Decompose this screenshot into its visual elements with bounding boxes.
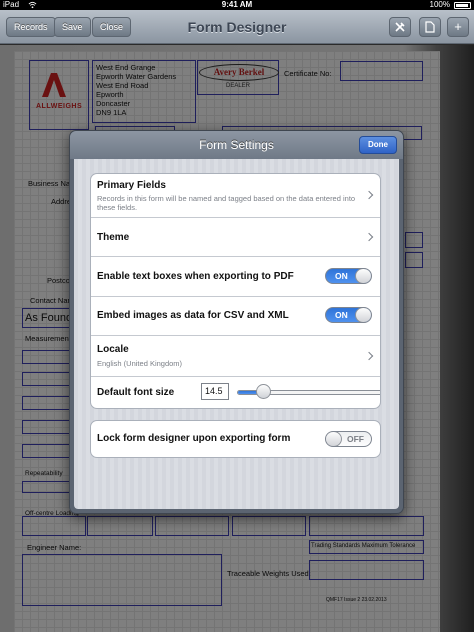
toggle-state: ON xyxy=(335,271,348,281)
font-size-input[interactable]: 14.5 xyxy=(201,383,229,400)
toggle-knob xyxy=(355,269,371,283)
form-settings-popover: Form Settings Done Primary Fields Record… xyxy=(69,130,404,514)
battery-percent: 100% xyxy=(429,0,450,9)
settings-body: Primary Fields Records in this form will… xyxy=(74,159,399,509)
primary-fields-title: Primary Fields xyxy=(97,180,166,191)
status-bar: iPad 9:41 AM 100% xyxy=(0,0,474,10)
lock-designer-toggle[interactable]: OFF xyxy=(325,431,372,447)
toggle-state: OFF xyxy=(347,434,364,444)
chevron-right-icon xyxy=(364,190,374,200)
enable-text-boxes-row: Enable text boxes when exporting to PDF … xyxy=(91,257,380,297)
close-button[interactable]: Close xyxy=(92,17,132,37)
tools-icon[interactable] xyxy=(389,17,411,37)
toggle-knob xyxy=(326,432,342,446)
settings-group-main: Primary Fields Records in this form will… xyxy=(90,173,381,409)
chevron-right-icon xyxy=(364,351,374,361)
font-size-title: Default font size xyxy=(97,387,175,398)
popover-title: Form Settings xyxy=(199,138,274,152)
primary-fields-row[interactable]: Primary Fields Records in this form will… xyxy=(91,174,380,218)
locale-title: Locale xyxy=(97,344,129,355)
lock-designer-row: Lock form designer upon exporting form O… xyxy=(91,421,380,457)
chevron-right-icon xyxy=(364,232,374,242)
records-button[interactable]: Records xyxy=(6,17,56,37)
toggle-state: ON xyxy=(335,310,348,320)
battery-icon xyxy=(454,2,471,9)
locale-row[interactable]: Locale English (United Kingdom) xyxy=(91,336,380,377)
enable-text-boxes-title: Enable text boxes when exporting to PDF xyxy=(97,271,294,282)
settings-group-lock: Lock form designer upon exporting form O… xyxy=(90,420,381,458)
theme-row[interactable]: Theme xyxy=(91,218,380,257)
embed-images-title: Embed images as data for CSV and XML xyxy=(97,310,289,321)
document-icon[interactable] xyxy=(419,17,441,37)
lock-designer-title: Lock form designer upon exporting form xyxy=(97,433,291,444)
nav-bar: Form Designer Records Save Close + xyxy=(0,10,474,44)
locale-value: English (United Kingdom) xyxy=(97,359,183,368)
primary-fields-subtitle: Records in this form will be named and t… xyxy=(97,194,356,212)
slider-thumb[interactable] xyxy=(256,384,272,399)
embed-images-toggle[interactable]: ON xyxy=(325,307,372,323)
embed-images-row: Embed images as data for CSV and XML ON xyxy=(91,297,380,336)
enable-text-boxes-toggle[interactable]: ON xyxy=(325,268,372,284)
save-button[interactable]: Save xyxy=(54,17,91,37)
clock: 9:41 AM xyxy=(221,0,253,9)
plus-icon[interactable]: + xyxy=(447,17,469,37)
toggle-knob xyxy=(355,308,371,322)
font-size-row: Default font size 14.5 xyxy=(91,377,380,408)
theme-title: Theme xyxy=(97,232,130,243)
done-button[interactable]: Done xyxy=(359,136,397,154)
